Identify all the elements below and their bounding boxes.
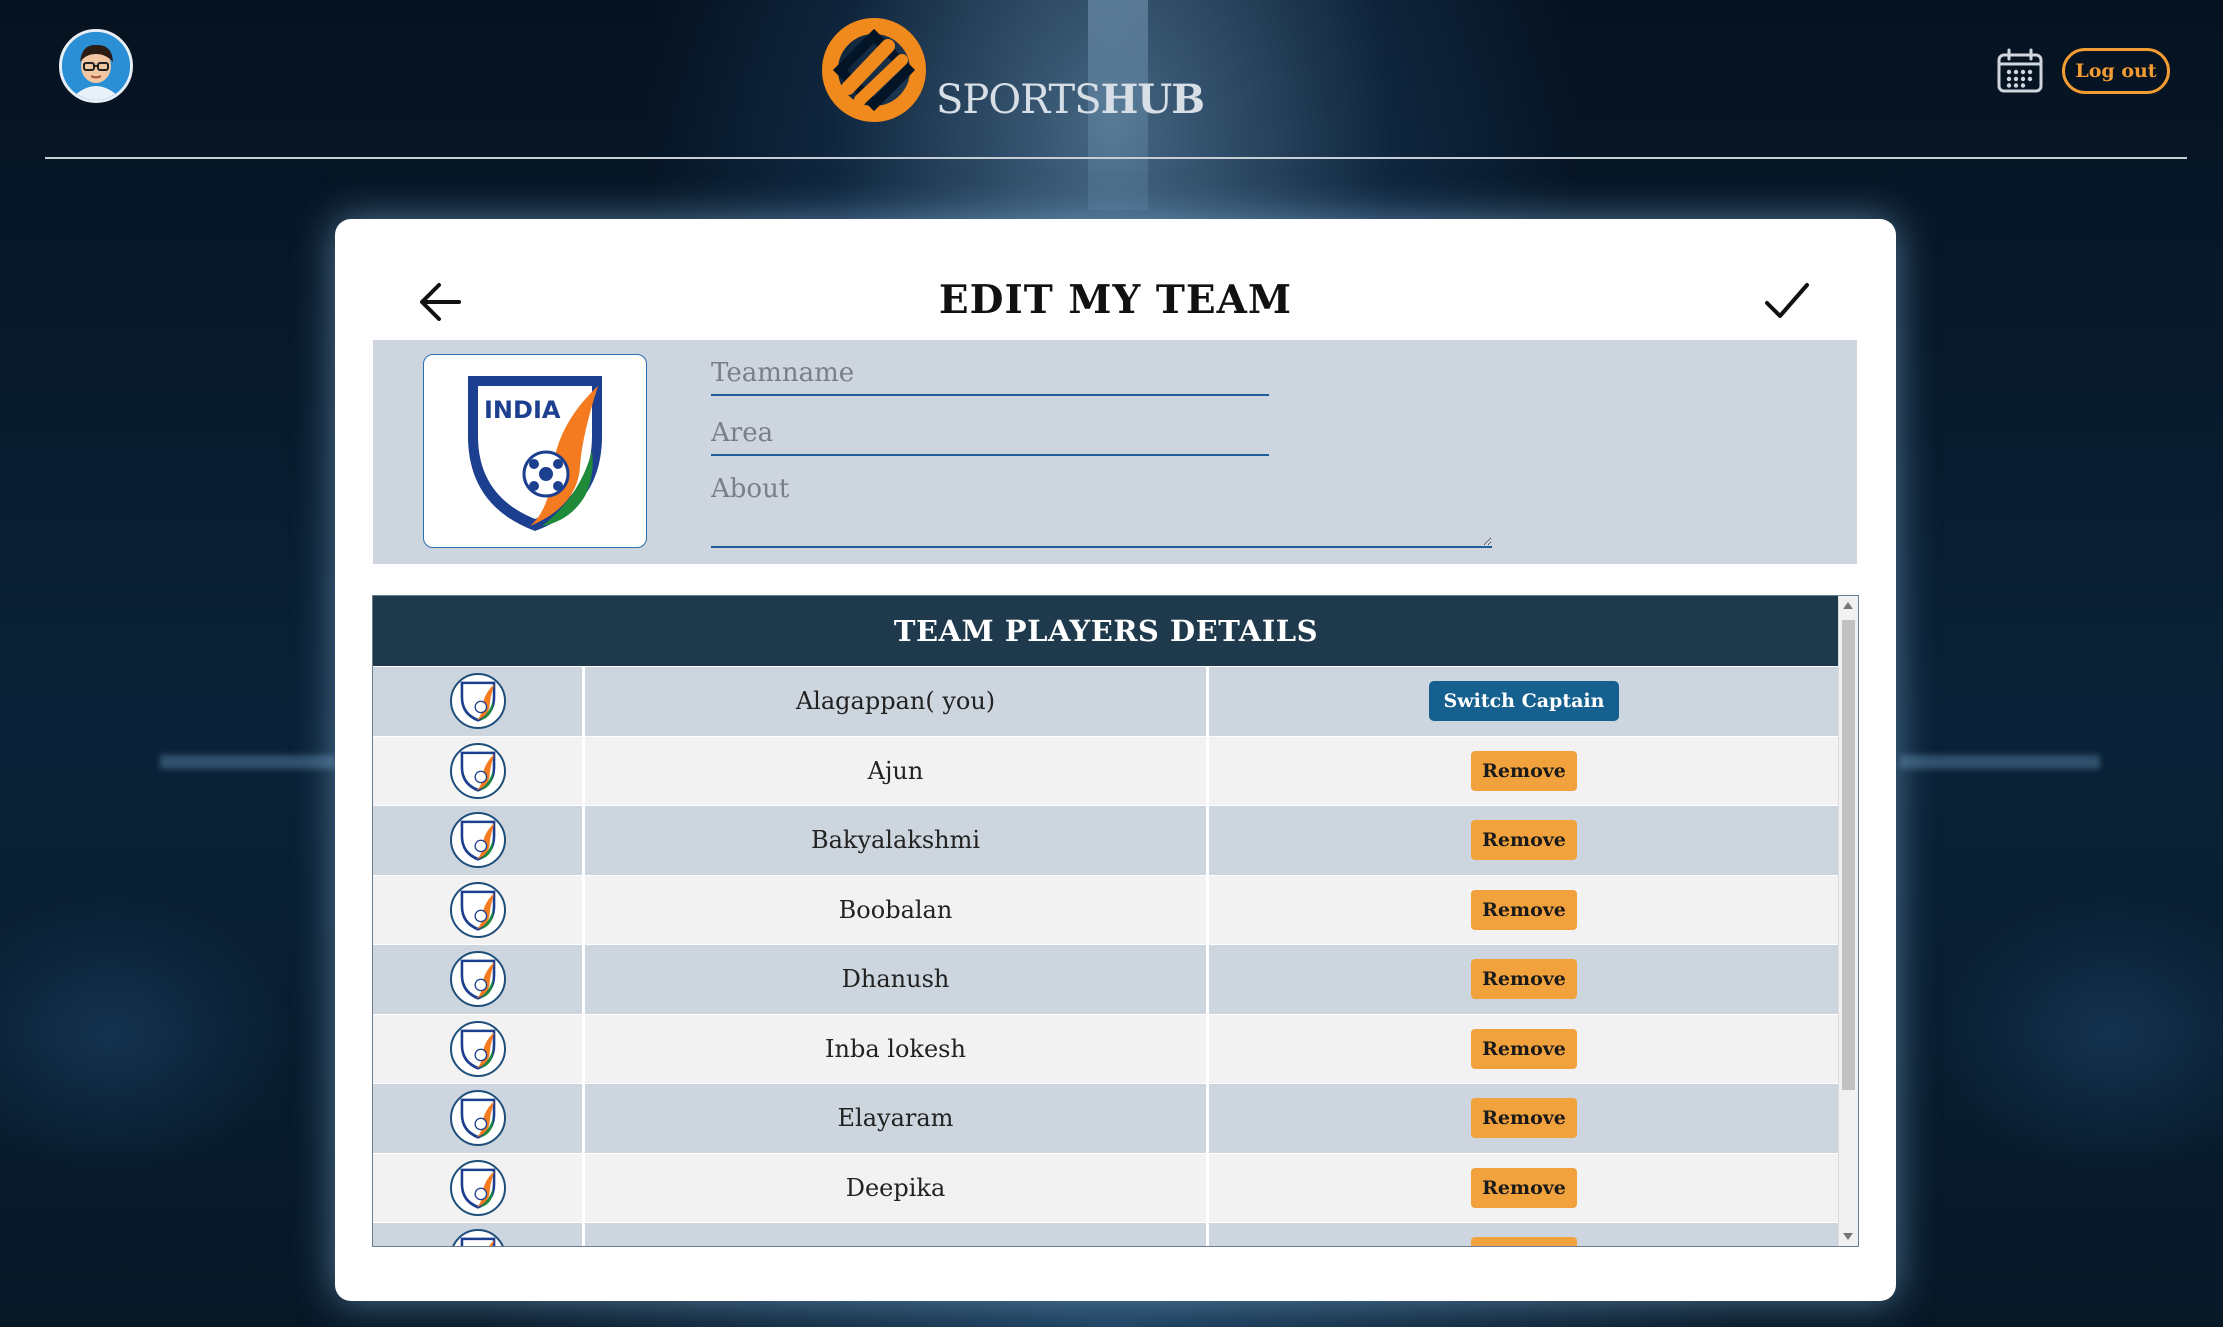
player-logo-cell	[373, 1084, 585, 1153]
player-avatar	[449, 881, 506, 938]
player-avatar	[449, 1159, 506, 1216]
players-table-body: Alagappan( you) Switch Captain Ajun Remove B…	[373, 666, 1839, 1246]
remove-player-button[interactable]	[1471, 1237, 1577, 1246]
stadium-rail-right	[1900, 755, 2100, 769]
player-name: Ajun	[585, 736, 1209, 805]
player-team-logo-icon	[460, 890, 495, 931]
player-name	[585, 1223, 1209, 1246]
player-avatar	[449, 812, 506, 869]
player-name: Bakyalakshmi	[585, 806, 1209, 875]
player-logo-cell	[373, 1223, 585, 1246]
remove-player-button[interactable]: Remove	[1471, 750, 1577, 791]
player-name: Alagappan( you)	[585, 667, 1209, 736]
player-name: Boobalan	[585, 875, 1209, 944]
brand-name-bold: HUB	[1100, 76, 1205, 123]
teamname-input[interactable]	[711, 354, 1269, 396]
calendar-icon[interactable]	[1996, 47, 2044, 95]
remove-player-button[interactable]: Remove	[1471, 959, 1577, 1000]
switch-captain-button[interactable]: Switch Captain	[1428, 681, 1620, 722]
sportshub-logo-icon	[822, 18, 926, 122]
player-team-logo-icon	[460, 1168, 495, 1209]
player-action-cell: Remove	[1209, 1084, 1839, 1153]
logout-button[interactable]: Log out	[2062, 48, 2170, 94]
scroll-down-arrow-icon[interactable]	[1843, 1233, 1853, 1240]
brand-name: SPORTSHUB	[936, 76, 1205, 123]
player-action-cell: Remove	[1209, 737, 1839, 806]
player-name: Deepika	[585, 1153, 1209, 1222]
remove-player-button[interactable]: Remove	[1471, 820, 1577, 861]
about-textarea[interactable]	[711, 474, 1492, 548]
sportshub-logo[interactable]: SPORTSHUB	[818, 14, 1205, 126]
player-team-logo-icon	[460, 1029, 495, 1070]
player-team-logo-icon	[460, 1237, 495, 1246]
player-team-logo-icon	[460, 681, 495, 722]
stadium-rail-left	[160, 755, 335, 769]
table-row	[373, 1222, 1839, 1246]
india-football-logo: INDIA	[468, 376, 602, 531]
player-avatar	[449, 742, 506, 799]
players-table: TEAM PLAYERS DETAILS Alagappan( you) Swit…	[372, 595, 1859, 1247]
player-action-cell: Remove	[1209, 806, 1839, 875]
table-row: Bakyalakshmi Remove	[373, 805, 1839, 875]
user-avatar[interactable]	[59, 29, 133, 103]
player-logo-cell	[373, 945, 585, 1014]
player-logo-cell	[373, 667, 585, 736]
player-action-cell: Remove	[1209, 945, 1839, 1014]
player-logo-cell	[373, 806, 585, 875]
player-action-cell: Remove	[1209, 1154, 1839, 1223]
table-row: Dhanush Remove	[373, 944, 1839, 1014]
player-team-logo-icon	[460, 820, 495, 861]
player-logo-cell	[373, 1153, 585, 1222]
india-logo-text: INDIA	[484, 396, 561, 424]
player-avatar	[449, 673, 506, 730]
player-action-cell	[1209, 1223, 1839, 1246]
header-divider	[45, 157, 2187, 159]
player-team-logo-icon	[460, 751, 495, 792]
player-avatar	[449, 1020, 506, 1077]
player-team-logo-icon	[460, 959, 495, 1000]
player-action-cell: Remove	[1209, 876, 1839, 945]
avatar-icon	[62, 32, 130, 100]
player-name: Dhanush	[585, 945, 1209, 1014]
table-row: Boobalan Remove	[373, 874, 1839, 945]
player-avatar	[449, 1090, 506, 1147]
player-name: Inba lokesh	[585, 1014, 1209, 1083]
scrollbar-thumb[interactable]	[1842, 620, 1855, 1090]
edit-team-card: EDIT MY TEAM INDIA TEAM PLAYERS DETAILS …	[335, 219, 1896, 1301]
table-row: Alagappan( you) Switch Captain	[373, 666, 1839, 736]
table-row: Deepika Remove	[373, 1152, 1839, 1223]
table-row: Inba lokesh Remove	[373, 1013, 1839, 1084]
player-avatar	[449, 951, 506, 1008]
table-row: Elayaram Remove	[373, 1083, 1839, 1153]
player-action-cell: Remove	[1209, 1015, 1839, 1084]
table-row: Ajun Remove	[373, 735, 1839, 806]
brand-name-light: SPORTS	[936, 77, 1102, 123]
team-info-form: INDIA	[373, 340, 1857, 564]
player-logo-cell	[373, 875, 585, 944]
remove-player-button[interactable]: Remove	[1471, 1098, 1577, 1139]
area-input[interactable]	[711, 414, 1269, 456]
remove-player-button[interactable]: Remove	[1471, 889, 1577, 930]
player-team-logo-icon	[460, 1098, 495, 1139]
player-avatar	[449, 1229, 506, 1246]
players-table-heading: TEAM PLAYERS DETAILS	[373, 596, 1839, 666]
player-action-cell: Switch Captain	[1209, 667, 1839, 736]
player-name: Elayaram	[585, 1084, 1209, 1153]
player-logo-cell	[373, 736, 585, 805]
team-logo-upload[interactable]: INDIA	[423, 354, 647, 548]
save-check-icon[interactable]	[1763, 277, 1811, 325]
player-logo-cell	[373, 1014, 585, 1083]
remove-player-button[interactable]: Remove	[1471, 1167, 1577, 1208]
scroll-up-arrow-icon[interactable]	[1843, 602, 1853, 609]
page-title: EDIT MY TEAM	[938, 277, 1293, 323]
table-scrollbar[interactable]	[1838, 596, 1858, 1246]
remove-player-button[interactable]: Remove	[1471, 1028, 1577, 1069]
